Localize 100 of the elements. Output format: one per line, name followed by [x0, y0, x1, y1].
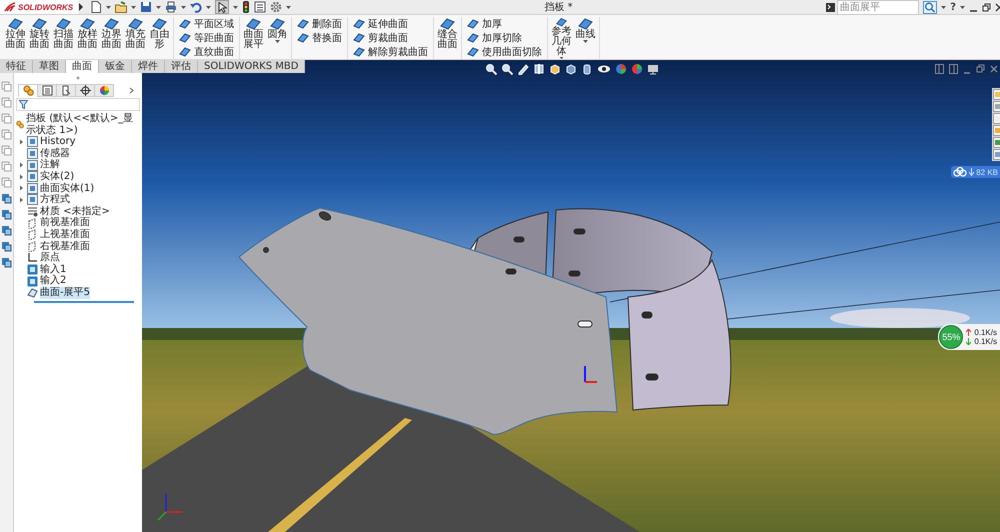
tab[interactable]: 特征 [0, 60, 33, 73]
ribbon-button[interactable]: 圆角 [266, 17, 289, 59]
caret-icon[interactable] [960, 6, 965, 8]
caret-icon[interactable] [131, 6, 136, 8]
ribbon-button[interactable]: 拉伸曲面 [4, 17, 27, 59]
tab[interactable]: 曲面 [66, 60, 99, 73]
ribbon-button[interactable]: 删除面 [297, 17, 342, 30]
filled-squares-icon[interactable] [1, 241, 12, 252]
tree-item[interactable]: 曲面实体(1) [40, 182, 94, 194]
expand-arrow-icon[interactable] [18, 172, 25, 181]
panel-tab[interactable] [56, 84, 76, 96]
tree-item[interactable]: 实体(2) [40, 170, 74, 183]
tree-item[interactable]: 挡板 (默认<<默认>_显示状态 1>) [26, 113, 142, 136]
caret-icon[interactable] [583, 40, 588, 43]
split-view-icon[interactable] [935, 64, 944, 74]
traffic-light-icon[interactable] [242, 1, 250, 13]
expand-arrow-icon[interactable] [18, 161, 25, 170]
ribbon-button[interactable]: 解除剪裁曲面 [353, 45, 428, 58]
tree-item[interactable]: 原点 [40, 252, 60, 264]
caret-icon[interactable] [106, 6, 111, 8]
help-button[interactable]: ? [950, 2, 956, 12]
list-panel-icon[interactable] [254, 1, 266, 13]
ribbon-button[interactable]: 参考几何体 [550, 17, 573, 59]
tab[interactable]: 焊件 [132, 60, 165, 73]
new-file-icon[interactable] [90, 1, 102, 13]
color-sphere-icon[interactable] [615, 63, 627, 75]
caret-icon[interactable] [275, 40, 280, 43]
task-pane-icon[interactable] [993, 125, 1000, 136]
search-icon[interactable] [923, 0, 938, 14]
panel-tab[interactable] [94, 84, 114, 96]
expand-arrow-icon[interactable] [18, 138, 25, 146]
panel-tab[interactable] [37, 84, 57, 96]
ribbon-button[interactable]: 延伸曲面 [353, 17, 428, 30]
expand-arrow-icon[interactable] [18, 184, 25, 192]
save-icon[interactable] [140, 1, 152, 13]
tree-item[interactable]: 传感器 [40, 148, 70, 160]
tree-item[interactable]: 输入2 [40, 275, 66, 287]
caret-icon[interactable] [286, 6, 291, 8]
filled-squares-icon[interactable] [1, 193, 12, 204]
filled-squares-icon[interactable] [1, 209, 12, 220]
undo-icon[interactable] [190, 1, 202, 13]
magnifier-icon[interactable] [501, 63, 513, 75]
split-view-icon[interactable] [949, 64, 958, 74]
ribbon-button[interactable]: 曲线 [574, 17, 597, 59]
filter-icon[interactable] [19, 100, 28, 109]
tree-item[interactable]: 方程式 [40, 194, 70, 206]
print-icon[interactable] [165, 1, 177, 13]
tree-item[interactable]: History [40, 136, 76, 148]
ribbon-button[interactable]: 曲面展平 [242, 17, 265, 59]
tab[interactable]: SOLIDWORKS MBD [198, 60, 306, 73]
task-pane-icon[interactable] [993, 113, 1000, 124]
ribbon-button[interactable]: 旋转曲面 [28, 17, 51, 59]
caret-icon[interactable] [941, 6, 946, 8]
ribbon-button[interactable]: 替换面 [297, 31, 342, 44]
monitor-icon[interactable] [647, 63, 659, 75]
tree-item[interactable]: 曲面-展平5 [40, 286, 90, 298]
tab[interactable]: 草图 [33, 60, 66, 73]
color-sphere-icon[interactable] [631, 63, 643, 75]
restore-icon[interactable] [982, 2, 991, 12]
ribbon-button[interactable]: 直纹曲面 [179, 45, 234, 58]
tree-item[interactable]: 材质 <未指定> [40, 206, 110, 218]
gear-icon[interactable] [270, 1, 282, 13]
task-pane-icon[interactable] [993, 149, 1000, 160]
expand-arrow-icon[interactable] [18, 196, 25, 204]
tab[interactable]: 钣金 [99, 60, 132, 73]
task-pane-icon[interactable] [993, 89, 1000, 100]
pencil-icon[interactable] [517, 63, 529, 75]
ribbon-button[interactable]: 填充曲面 [124, 17, 147, 59]
ribbon-button[interactable]: 使用曲面切除 [467, 45, 542, 58]
filled-squares-icon[interactable] [1, 257, 12, 268]
ribbon-button[interactable]: 放样曲面 [76, 17, 99, 59]
ribbon-button[interactable]: 等距曲面 [179, 31, 234, 44]
magnifier-icon[interactable] [485, 63, 497, 75]
ribbon-button[interactable]: 边界曲面 [100, 17, 123, 59]
expand-arrow-icon[interactable] [78, 3, 84, 11]
ribbon-button[interactable]: 自由形 [148, 17, 171, 59]
ribbon-button[interactable]: 加厚 [467, 17, 542, 30]
ribbon-button[interactable]: 平面区域 [179, 17, 234, 30]
tab[interactable]: 评估 [165, 60, 198, 73]
pointer-icon[interactable] [217, 2, 227, 12]
ribbon-button[interactable]: 扫描曲面 [52, 17, 75, 59]
caret-icon[interactable] [206, 6, 211, 8]
tree-item[interactable]: 前视基准面 [40, 217, 90, 229]
search-field[interactable]: 曲面展平 [837, 0, 920, 14]
sheet-metal-part-drawing[interactable] [238, 208, 732, 435]
task-pane-icon[interactable] [993, 101, 1000, 112]
chevron-right-icon[interactable] [129, 86, 134, 94]
gears-icon[interactable] [16, 119, 24, 130]
drag-handle-icon[interactable] [76, 76, 80, 80]
section-view-icon[interactable] [533, 63, 545, 75]
ribbon-button[interactable]: 剪裁曲面 [353, 31, 428, 44]
filled-squares-icon[interactable] [1, 225, 12, 236]
open-folder-icon[interactable] [115, 1, 127, 13]
ribbon-button[interactable]: 缝合曲面 [436, 17, 459, 59]
caret-icon[interactable] [156, 6, 161, 8]
tree-item[interactable]: 输入1 [40, 264, 66, 276]
tree-item[interactable]: 注解 [40, 159, 60, 171]
caret-icon[interactable] [233, 6, 238, 8]
task-pane-icon[interactable] [993, 137, 1000, 148]
panel-tab[interactable] [75, 84, 95, 96]
